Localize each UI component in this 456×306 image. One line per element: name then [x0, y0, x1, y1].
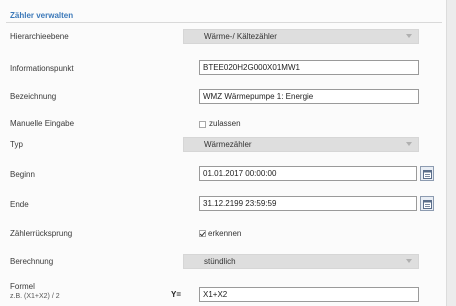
title-divider	[6, 22, 442, 23]
formula-prefix: Y=	[171, 290, 182, 299]
start-calendar-button[interactable]	[420, 166, 434, 181]
info-point-label: Informationspunkt	[10, 64, 74, 73]
counter-reset-checkbox[interactable]	[199, 230, 206, 237]
start-datetime-input[interactable]: 01.01.2017 00:00:00	[199, 166, 417, 181]
meter-management-panel: Zähler verwalten Hierarchieebene Wärme-/…	[0, 0, 447, 306]
manual-entry-option: zulassen	[209, 119, 241, 128]
formula-label: Formel	[10, 282, 35, 291]
counter-reset-label: Zählerrücksprung	[10, 229, 73, 238]
designation-label: Bezeichnung	[10, 92, 57, 101]
section-title: Zähler verwalten	[10, 11, 74, 20]
info-point-input[interactable]: BTEE020H2G000X01MW1	[199, 60, 419, 75]
designation-input[interactable]: WMZ Wärmepumpe 1: Energie	[199, 89, 419, 104]
calculation-value: stündlich	[204, 257, 236, 266]
calculation-label: Berechnung	[10, 257, 54, 266]
start-label: Beginn	[10, 170, 35, 179]
calculation-select[interactable]: stündlich	[183, 254, 419, 269]
hierarchy-label: Hierarchieebene	[10, 32, 69, 41]
hierarchy-select[interactable]: Wärme-/ Kältezähler	[183, 29, 419, 44]
hierarchy-value: Wärme-/ Kältezähler	[204, 32, 277, 41]
type-label: Typ	[10, 140, 23, 149]
chevron-down-icon	[406, 34, 412, 38]
chevron-down-icon	[406, 142, 412, 146]
end-calendar-button[interactable]	[420, 196, 434, 211]
calendar-icon	[423, 170, 432, 179]
type-value: Wärmezähler	[204, 140, 252, 149]
chevron-down-icon	[406, 259, 412, 263]
type-select[interactable]: Wärmezähler	[183, 137, 419, 152]
end-label: Ende	[10, 200, 29, 209]
calendar-icon	[423, 200, 432, 209]
formula-input[interactable]: X1+X2	[199, 287, 419, 302]
manual-entry-checkbox[interactable]	[199, 121, 206, 128]
formula-hint: z.B. (X1+X2) / 2	[10, 293, 60, 300]
manual-entry-label: Manuelle Eingabe	[10, 119, 75, 128]
end-datetime-input[interactable]: 31.12.2199 23:59:59	[199, 196, 417, 211]
counter-reset-option: erkennen	[208, 229, 242, 238]
